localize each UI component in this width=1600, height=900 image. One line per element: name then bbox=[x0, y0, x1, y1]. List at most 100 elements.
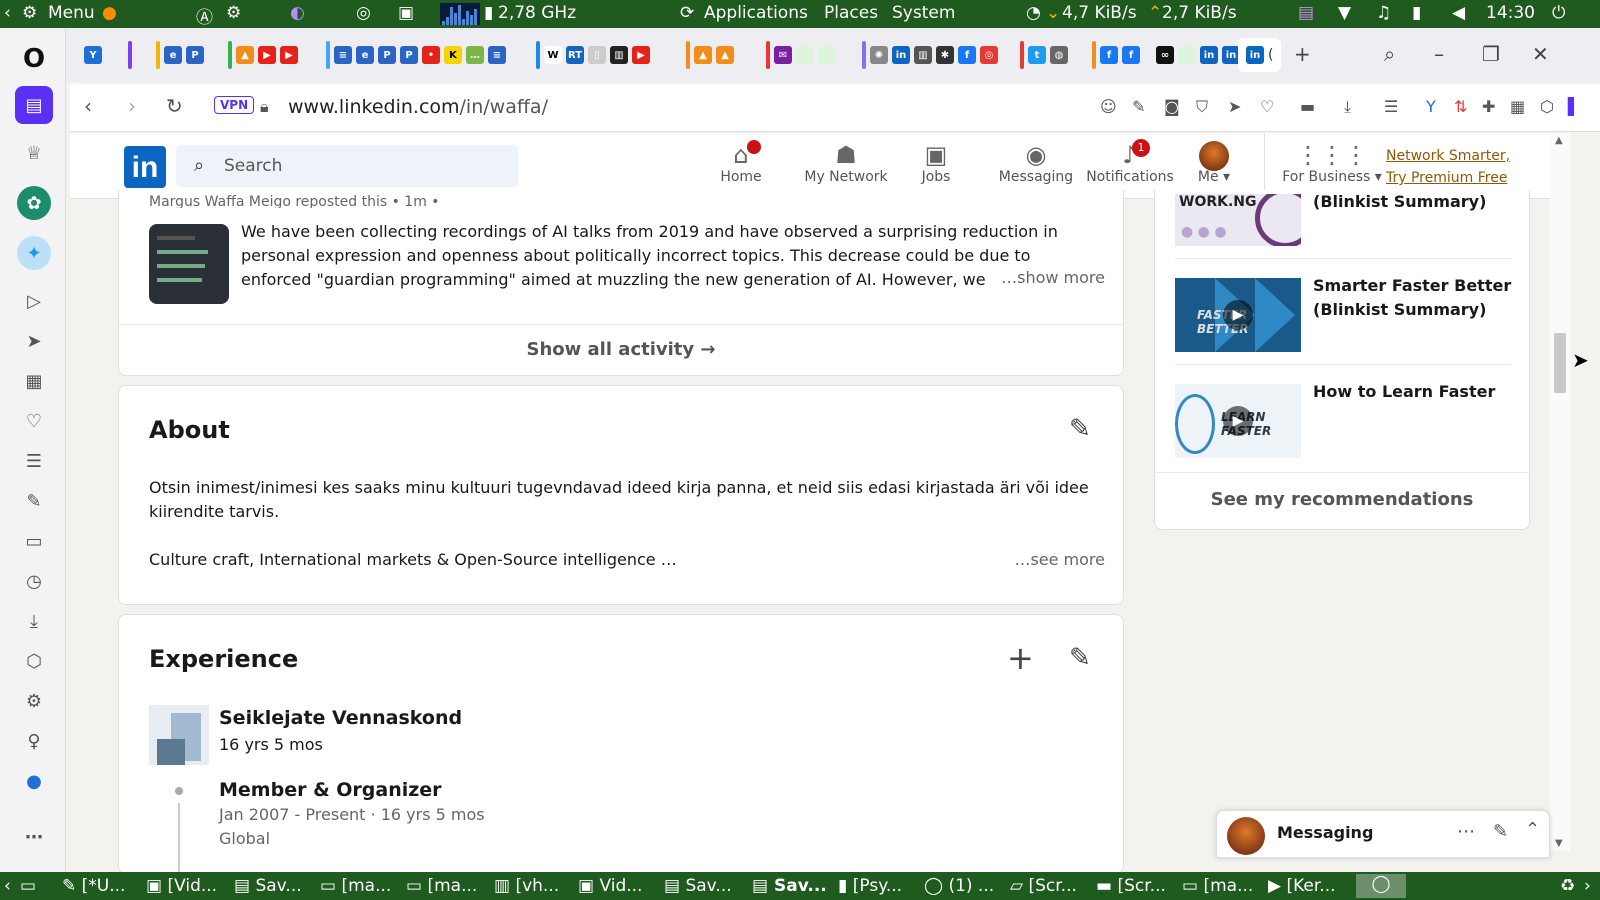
nav-jobs[interactable]: ▣ Jobs bbox=[888, 141, 984, 185]
system-menu[interactable]: System bbox=[892, 3, 955, 23]
url-field[interactable]: www.linkedin.com/in/waffa/ bbox=[288, 96, 548, 118]
company-logo[interactable] bbox=[149, 705, 209, 765]
maximize-button[interactable]: ❐ bbox=[1482, 42, 1500, 66]
menu-button[interactable]: Menu bbox=[48, 3, 95, 23]
applications-menu[interactable]: Applications bbox=[704, 3, 808, 23]
tab-group-7[interactable]: ▲ ▲ bbox=[686, 38, 734, 72]
avatar[interactable] bbox=[1227, 817, 1265, 855]
post-thumbnail[interactable] bbox=[149, 224, 229, 304]
nav-my-network[interactable]: ☗ My Network bbox=[790, 141, 902, 185]
taskbar-item[interactable]: ▮ [Psy... bbox=[838, 876, 902, 896]
show-more-link[interactable]: …show more bbox=[991, 268, 1105, 287]
tab-group-3[interactable]: eP bbox=[156, 38, 204, 72]
menu-logo-icon[interactable]: ⚙ bbox=[22, 3, 37, 23]
close-window-button[interactable]: ✕ bbox=[1532, 42, 1549, 66]
taskbar-item[interactable]: ▭ [ma... bbox=[1182, 876, 1253, 896]
wifi-icon[interactable]: ◔ bbox=[1026, 3, 1041, 23]
emoji-icon[interactable]: ☺ bbox=[1100, 97, 1117, 116]
chat-bubble-icon[interactable]: ● bbox=[17, 764, 51, 798]
add-experience-button[interactable]: + bbox=[1007, 639, 1034, 677]
chevron-up-icon[interactable]: ⌃ bbox=[1525, 819, 1540, 840]
power-icon[interactable]: ⏻ bbox=[1552, 3, 1565, 23]
taskbar-item[interactable]: ▭ [ma... bbox=[320, 876, 391, 896]
camera-icon[interactable]: ◙ bbox=[1164, 97, 1180, 116]
taskbar-item[interactable]: ▶ [Ker... bbox=[1268, 876, 1336, 896]
yoroi-extension-icon[interactable]: Y bbox=[1426, 97, 1436, 116]
taskbar-item[interactable]: ▤ Sav... bbox=[664, 876, 732, 896]
company-name[interactable]: Seiklejate Vennaskond bbox=[219, 707, 462, 729]
chevron-right-icon[interactable]: › bbox=[1584, 876, 1591, 896]
course-title[interactable]: Smarter Faster Better (Blinkist Summary) bbox=[1313, 274, 1511, 322]
tab-favicon[interactable]: Y bbox=[84, 46, 102, 64]
tab-group-4[interactable]: ▲ ▶ ▶ bbox=[228, 38, 298, 72]
new-tab-button[interactable]: + bbox=[1294, 42, 1311, 66]
clock[interactable]: 14:30 bbox=[1486, 3, 1535, 23]
opera-logo-icon[interactable]: O bbox=[17, 42, 51, 76]
heart-icon[interactable]: ♡ bbox=[1260, 97, 1274, 116]
scroll-up-arrow-icon[interactable]: ▲ bbox=[1555, 135, 1563, 146]
taskbar-item[interactable]: ▥ [vh... bbox=[494, 876, 559, 896]
audio-app-icon[interactable]: ▤ bbox=[1298, 3, 1314, 23]
extension-icon[interactable]: ⇅ bbox=[1454, 97, 1467, 116]
taskbar-item[interactable]: ▣ [Vid... bbox=[146, 876, 217, 896]
nav-home[interactable]: ⌂ Home bbox=[693, 140, 789, 185]
linkedin-logo[interactable]: in bbox=[124, 146, 166, 188]
bulb-icon[interactable]: ♀ bbox=[17, 724, 51, 758]
more-icon[interactable]: ⋯ bbox=[17, 820, 51, 854]
sidebar-toggle-icon[interactable]: ▌ bbox=[1568, 97, 1580, 116]
nav-notifications[interactable]: ♪ 1 Notifications bbox=[1070, 139, 1190, 185]
course-thumbnail[interactable]: LEARN FASTER ▶ bbox=[1175, 384, 1301, 458]
tab-group-10[interactable]: t ◍ bbox=[1020, 38, 1068, 72]
send-icon[interactable]: ➤ bbox=[1228, 97, 1241, 116]
search-input[interactable]: ⌕ Search bbox=[176, 145, 518, 187]
page-scrollbar[interactable]: ▲ ▼ bbox=[1550, 133, 1570, 851]
taskbar-item[interactable]: ▣ Vid... bbox=[578, 876, 642, 896]
post-text[interactable]: We have been collecting recordings of AI… bbox=[241, 220, 1101, 292]
edit-icon[interactable]: ✎ bbox=[17, 484, 51, 518]
twitter-icon[interactable]: ✦ bbox=[17, 236, 51, 270]
tor-icon[interactable]: ◐ bbox=[290, 3, 305, 23]
tab-group-6[interactable]: W RT ▯ ▥ ▶ bbox=[536, 38, 650, 72]
premium-link[interactable]: Network Smarter, Try Premium Free bbox=[1386, 145, 1510, 189]
taskbar-item[interactable]: ▬ [Scr... bbox=[1096, 876, 1166, 896]
tab-group-9[interactable]: ✺ in ▥ ✱ f ◎ bbox=[862, 38, 998, 72]
tab-group-1[interactable]: Y bbox=[84, 38, 102, 72]
reader-icon[interactable]: ▤ bbox=[15, 86, 53, 124]
battery-saver-icon[interactable]: ▬ bbox=[1300, 97, 1315, 116]
terminal-icon[interactable]: ▣ bbox=[398, 3, 414, 23]
tab-group-12[interactable]: ∞ in in bbox=[1156, 38, 1240, 72]
chevron-left-icon[interactable]: ‹ bbox=[4, 876, 11, 896]
easy-setup-icon[interactable]: ☰ bbox=[1384, 97, 1398, 116]
notifications-bell-icon[interactable]: ♫ bbox=[1376, 3, 1391, 23]
history-icon[interactable]: ◷ bbox=[17, 564, 51, 598]
course-thumbnail[interactable]: FASTER BETTER ▶ bbox=[1175, 278, 1301, 352]
taskbar-item[interactable]: ◯ (1) ... bbox=[924, 876, 994, 896]
chatgpt-icon[interactable]: ✿ bbox=[17, 186, 51, 220]
forward-button[interactable]: › bbox=[128, 94, 136, 118]
edit-pencil-icon[interactable]: ✎ bbox=[1069, 414, 1091, 444]
battery-icon[interactable]: ▮ bbox=[1412, 3, 1421, 23]
active-tab[interactable]: in( bbox=[1238, 38, 1282, 72]
taskbar-item[interactable]: ▱ [Scr... bbox=[1010, 876, 1077, 896]
scrollbar-thumb[interactable] bbox=[1554, 333, 1566, 393]
opera-taskbar-item[interactable]: ◯ bbox=[1356, 874, 1406, 898]
trash-icon[interactable]: ♻ bbox=[1560, 876, 1575, 896]
messaging-widget[interactable]: Messaging ⋯ ✎ ⌃ bbox=[1216, 810, 1550, 858]
show-desktop-icon[interactable]: ▭ bbox=[20, 876, 36, 896]
tab-group-11[interactable]: ff bbox=[1092, 38, 1140, 72]
nav-for-business[interactable]: ⋮⋮⋮ For Business ▾ bbox=[1270, 141, 1394, 185]
tab-group-2[interactable] bbox=[128, 38, 132, 72]
course-title[interactable]: (Blinkist Summary) bbox=[1313, 192, 1486, 211]
download-icon[interactable]: ⤓ bbox=[1344, 97, 1351, 117]
reload-button[interactable]: ↻ bbox=[166, 94, 183, 118]
taskbar-item[interactable]: ✎ [*U... bbox=[62, 876, 125, 896]
puzzle-icon[interactable]: ✚ bbox=[1482, 97, 1495, 116]
edit-pencil-icon[interactable]: ✎ bbox=[1069, 643, 1091, 673]
inkscape-icon[interactable]: Ⓐ bbox=[196, 3, 213, 28]
see-recommendations-button[interactable]: See my recommendations bbox=[1155, 480, 1529, 520]
back-button[interactable]: ‹ bbox=[84, 94, 92, 118]
news-icon[interactable]: ☰ bbox=[17, 444, 51, 478]
places-menu[interactable]: Places bbox=[824, 3, 878, 23]
show-all-activity-button[interactable]: Show all activity → bbox=[119, 330, 1123, 370]
vpn-badge[interactable]: VPN bbox=[214, 96, 255, 114]
